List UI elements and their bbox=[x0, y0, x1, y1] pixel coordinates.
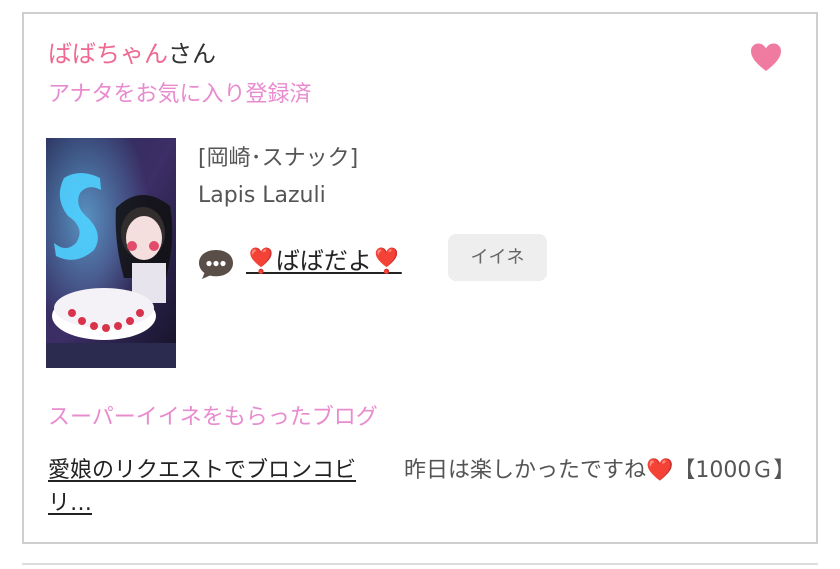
user-name[interactable]: ばばちゃん bbox=[48, 40, 168, 68]
user-name-suffix: さん bbox=[168, 40, 216, 68]
super-iine-blog-title[interactable]: 愛娘のリクエストでブロンコビリ… bbox=[48, 454, 388, 520]
divider bbox=[22, 563, 818, 565]
profile-photo[interactable] bbox=[46, 138, 176, 368]
favorite-user-card: ばばちゃんさん アナタをお気に入り登録済 [岡崎･スナック] Lapis Laz… bbox=[22, 12, 818, 544]
speech-bubble-icon bbox=[196, 246, 236, 282]
user-name-line: ばばちゃんさん bbox=[48, 38, 216, 70]
profile-photo-image bbox=[46, 138, 176, 368]
favorite-heart-button[interactable] bbox=[748, 40, 784, 76]
super-iine-comment: 昨日は楽しかったですね❤️【1000Ｇ】 bbox=[404, 458, 796, 483]
shop-name[interactable]: Lapis Lazuli bbox=[198, 181, 326, 211]
heart-icon bbox=[751, 43, 781, 71]
iine-button[interactable]: イイネ bbox=[448, 234, 547, 281]
favorite-status: アナタをお気に入り登録済 bbox=[48, 82, 312, 107]
shop-category: [岡崎･スナック] bbox=[198, 146, 359, 171]
super-iine-heading: スーパーイイネをもらったブログ bbox=[48, 405, 378, 430]
latest-blog-link[interactable]: ❣️ばばだよ❣️ bbox=[246, 244, 402, 278]
